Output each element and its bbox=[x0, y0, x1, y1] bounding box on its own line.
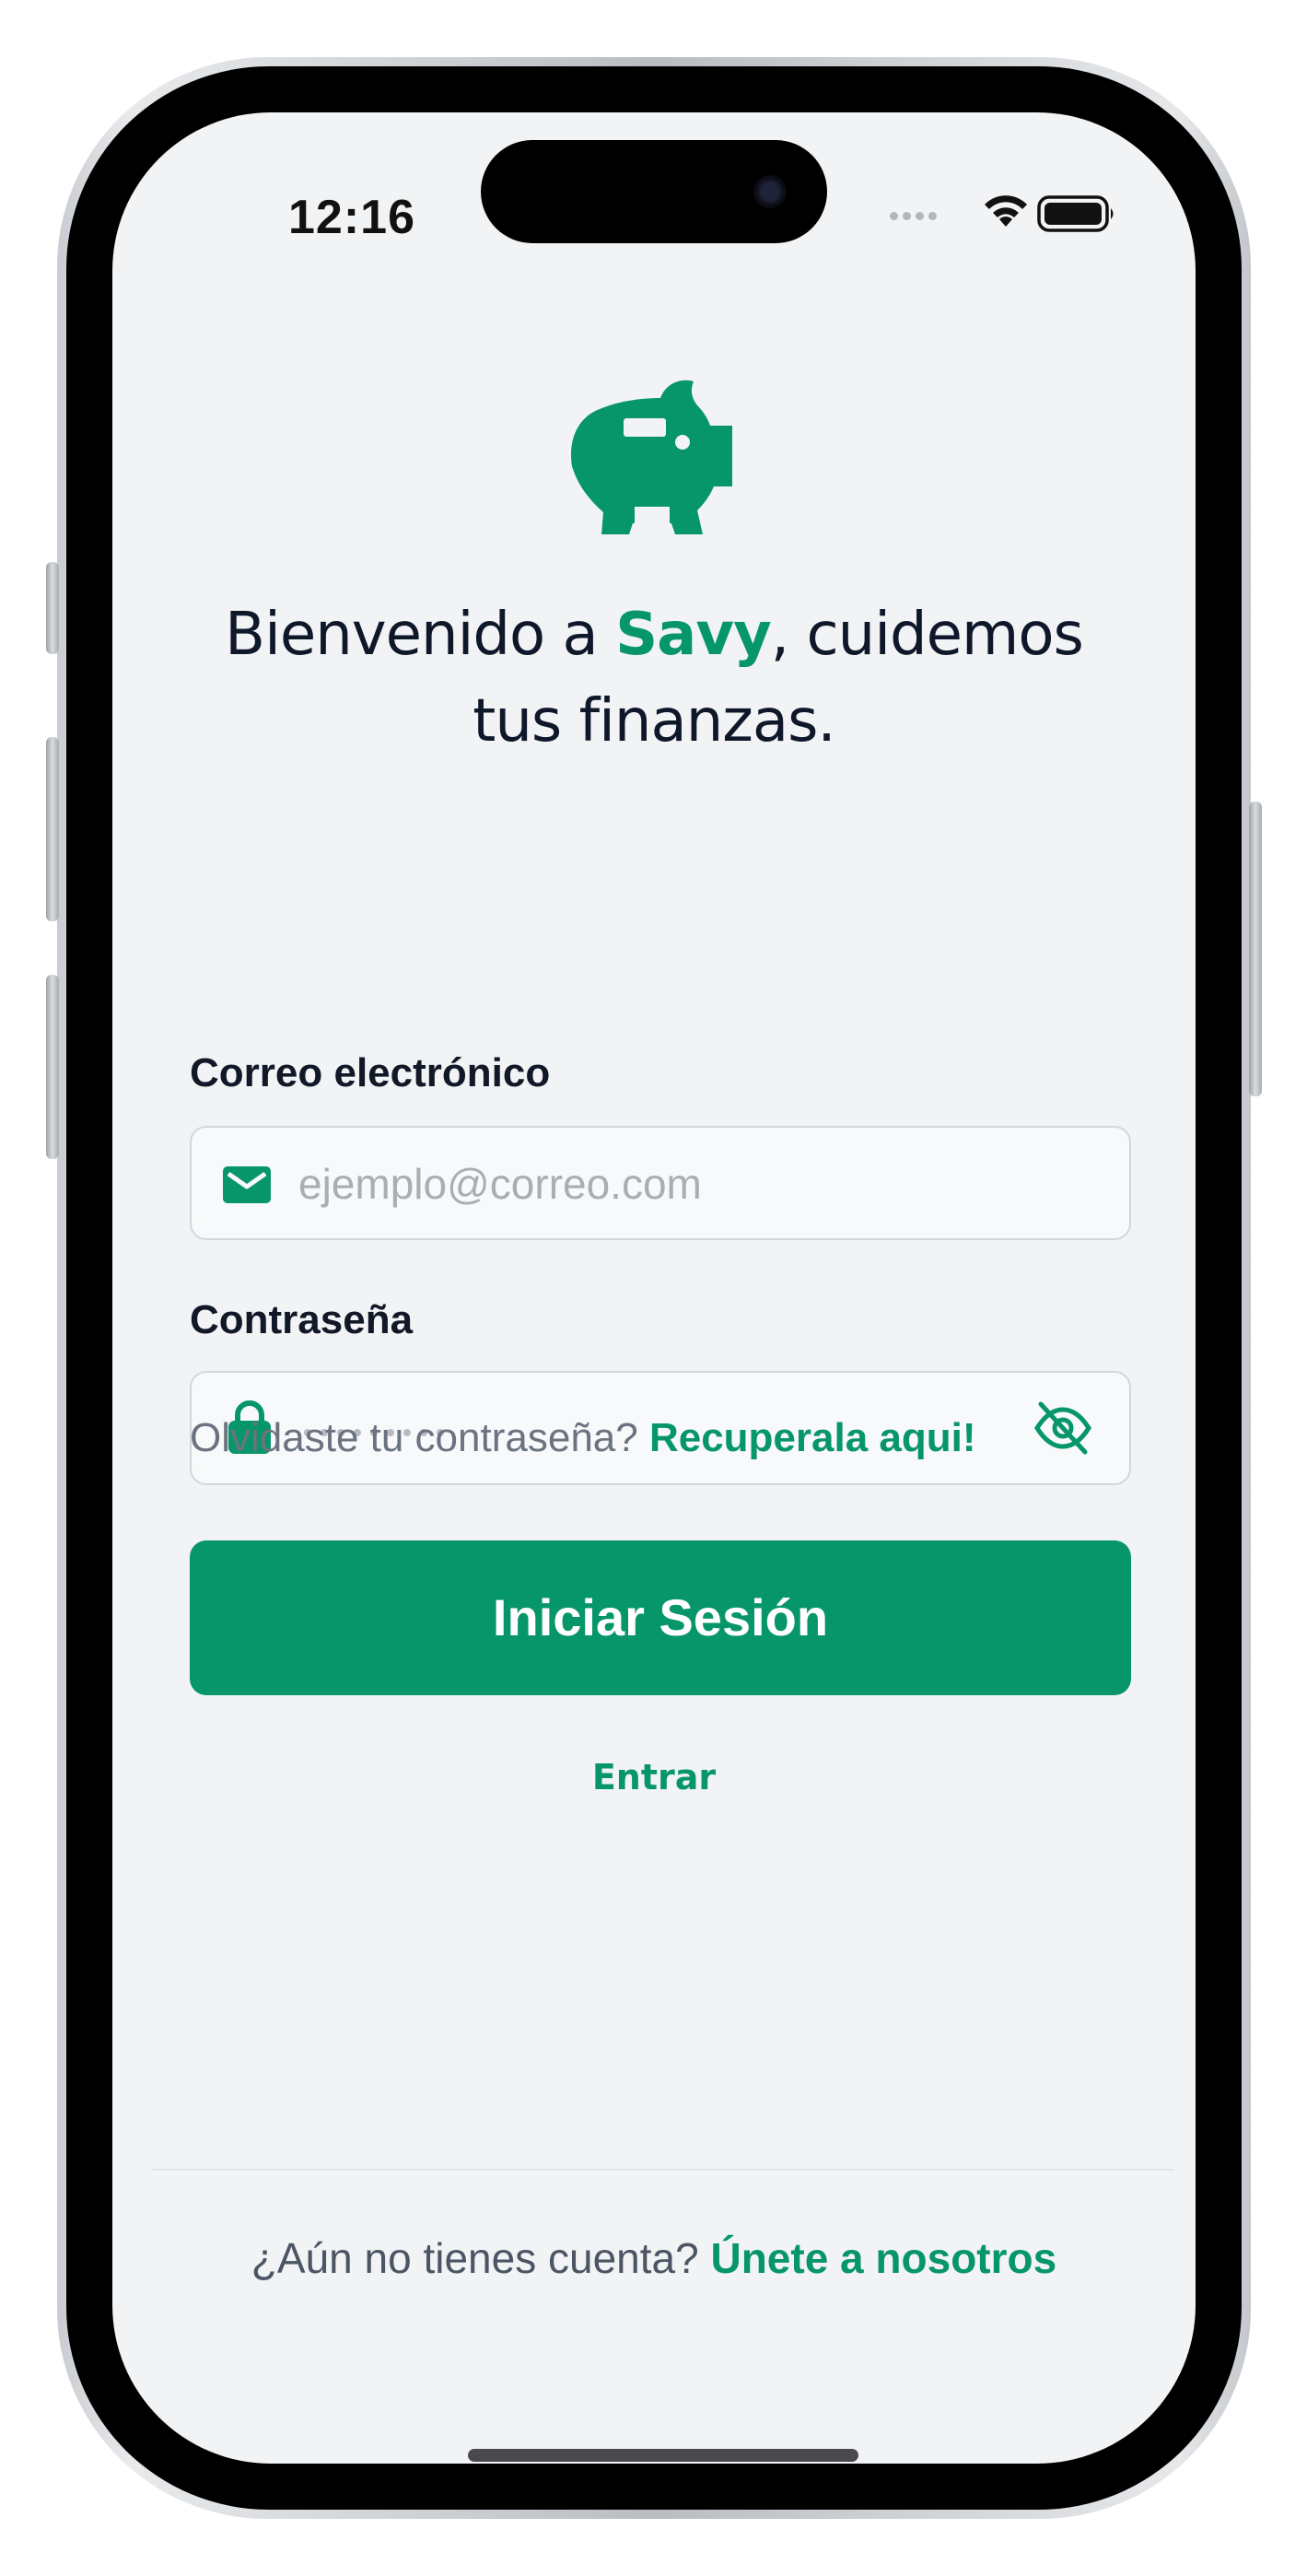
signup-link[interactable]: Únete a nosotros bbox=[710, 2234, 1056, 2282]
camera-lens bbox=[753, 175, 787, 208]
welcome-prefix: Bienvenido a bbox=[225, 601, 616, 669]
signup-row: ¿Aún no tienes cuenta? Únete a nosotros bbox=[112, 2233, 1196, 2283]
envelope-icon bbox=[223, 1166, 271, 1203]
app-screen: 12:16 Bienvenido a Savy, cuidemos tus fi… bbox=[112, 112, 1196, 2464]
forgot-password-text: Olvidaste tu contraseña? bbox=[190, 1415, 649, 1460]
welcome-heading: Bienvenido a Savy, cuidemos tus finanzas… bbox=[177, 591, 1131, 765]
password-label: Contraseña bbox=[190, 1297, 414, 1342]
brand-name: Savy bbox=[615, 601, 772, 669]
battery-icon bbox=[1037, 195, 1114, 232]
email-placeholder: ejemplo@correo.com bbox=[298, 1160, 702, 1208]
dynamic-island bbox=[481, 140, 827, 243]
footer-divider bbox=[151, 2169, 1173, 2171]
piggy-bank-icon bbox=[571, 380, 732, 534]
login-button[interactable]: Iniciar Sesión bbox=[190, 1540, 1131, 1695]
volume-down-button bbox=[46, 975, 59, 1159]
forgot-password-row: Olvidaste tu contraseña? Recuperala aqui… bbox=[190, 1415, 976, 1461]
signup-text: ¿Aún no tienes cuenta? bbox=[251, 2234, 711, 2282]
enter-link[interactable]: Entrar bbox=[112, 1757, 1196, 1797]
home-indicator[interactable] bbox=[468, 2449, 858, 2462]
recover-password-link[interactable]: Recuperala aqui! bbox=[649, 1415, 976, 1460]
power-button bbox=[1249, 802, 1262, 1096]
volume-up-button bbox=[46, 737, 59, 921]
cellular-dots-icon bbox=[890, 208, 941, 225]
status-indicators bbox=[890, 181, 1166, 245]
wifi-icon bbox=[985, 195, 1027, 227]
eye-slash-icon[interactable] bbox=[1033, 1400, 1092, 1456]
action-button bbox=[46, 562, 59, 654]
status-time: 12:16 bbox=[288, 191, 415, 244]
email-label: Correo electrónico bbox=[190, 1050, 551, 1095]
email-field[interactable]: ejemplo@correo.com bbox=[190, 1126, 1131, 1240]
